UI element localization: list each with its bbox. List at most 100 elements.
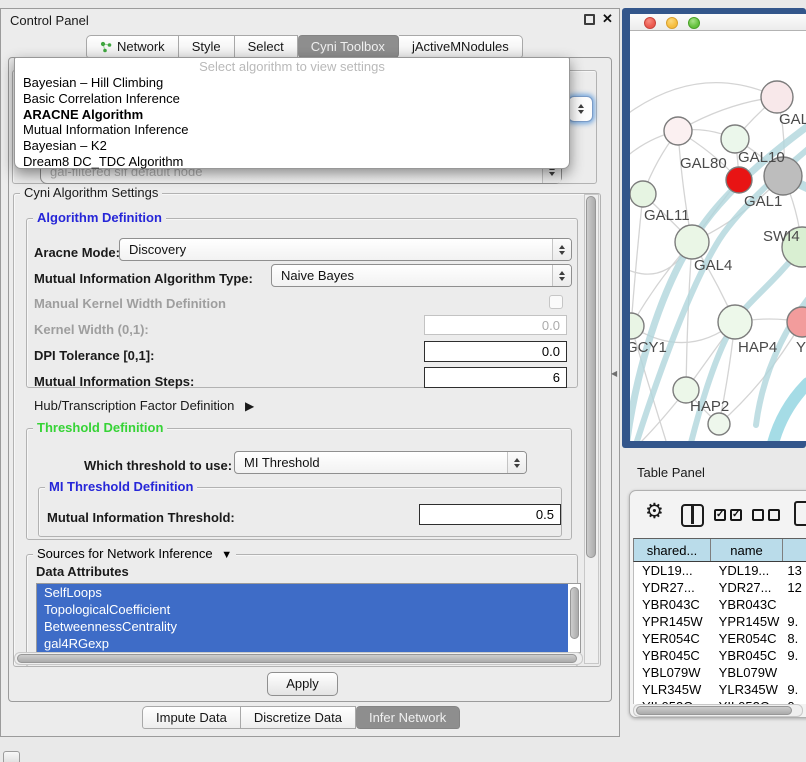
tab-jactivemnodules[interactable]: jActiveMNodules	[399, 35, 523, 58]
table-cell: YDL19...	[634, 562, 711, 579]
network-edge[interactable]	[631, 194, 643, 326]
float-window-icon[interactable]	[584, 14, 595, 25]
manual-kernel-checkbox	[549, 295, 563, 309]
network-node-gal[interactable]	[761, 81, 793, 113]
network-edge-thick[interactable]	[772, 383, 806, 441]
algorithm-option-aracne-algorithm[interactable]: ARACNE Algorithm	[15, 107, 569, 123]
select-all-icon[interactable]: ✓ ✓	[714, 509, 746, 521]
table-cell: YBR043C	[634, 596, 711, 613]
tab-network[interactable]: Network	[86, 35, 179, 58]
table-row[interactable]: YPR145WYPR145W9.	[634, 613, 806, 630]
tab-label: Discretize Data	[254, 710, 342, 725]
settings-vscrollbar-thumb[interactable]	[586, 196, 596, 558]
kernel-width-field	[424, 315, 567, 335]
table-cell: YBL079W	[634, 664, 711, 681]
settings-hscrollbar-thumb[interactable]	[17, 654, 577, 663]
control-panel-title: Control Panel	[10, 13, 89, 28]
network-node-gcy1[interactable]	[630, 313, 644, 339]
algorithm-option-dream8-dc-tdc-algorithm[interactable]: Dream8 DC_TDC Algorithm	[15, 154, 569, 170]
mi-threshold-field[interactable]	[419, 504, 561, 525]
network-node[interactable]	[708, 413, 730, 435]
column-header-a[interactable]: A	[783, 539, 806, 561]
table-row[interactable]: YBR043CYBR043C	[634, 596, 806, 613]
tab-cyni-toolbox[interactable]: Cyni Toolbox	[298, 35, 399, 58]
table-row[interactable]: YER054CYER054C8.	[634, 630, 806, 647]
table-cell: YPR145W	[634, 613, 711, 630]
table-cell: 12	[782, 579, 806, 596]
mac-minimize-button[interactable]	[666, 17, 678, 29]
attribute-item-selfloops[interactable]: SelfLoops	[37, 584, 568, 601]
dpi-tolerance-field[interactable]	[424, 341, 567, 362]
focused-combo-fragment[interactable]	[568, 96, 593, 122]
table-row[interactable]: YDL19...YDL19...13	[634, 562, 806, 579]
table-row[interactable]: YBR045CYBR045C9.	[634, 647, 806, 664]
table-row[interactable]: YDR27...YDR27...12	[634, 579, 806, 596]
aracne-mode-combo[interactable]: Discovery	[119, 238, 572, 261]
mac-zoom-button[interactable]	[688, 17, 700, 29]
algorithm-option-basic-correlation-inference[interactable]: Basic Correlation Inference	[15, 91, 569, 107]
table-row[interactable]: YBL079WYBL079W	[634, 664, 806, 681]
mi-steps-field[interactable]	[424, 367, 567, 388]
algorithm-popup-placeholder: Select algorithm to view settings	[15, 58, 569, 75]
algorithm-option-mutual-information-inference[interactable]: Mutual Information Inference	[15, 122, 569, 138]
apply-button[interactable]: Apply	[267, 672, 338, 696]
table-cell: YBL079W	[711, 664, 783, 681]
algorithm-option-bayesian-k2[interactable]: Bayesian – K2	[15, 138, 569, 154]
node-label-gal10: GAL10	[738, 149, 785, 166]
combo-value: MI Threshold	[244, 455, 320, 470]
column-header-shared[interactable]: shared...	[634, 539, 711, 561]
hub-definition-expander[interactable]: Hub/Transcription Factor Definition ▶	[34, 398, 254, 413]
splitter-arrow-icon[interactable]: ◀	[611, 369, 617, 378]
tab-label: Cyni Toolbox	[311, 39, 385, 54]
algorithm-option-bayesian-hill-climbing[interactable]: Bayesian – Hill Climbing	[15, 75, 569, 91]
network-edge[interactable]	[630, 83, 777, 115]
algorithm-definition-title: Algorithm Definition	[33, 211, 166, 225]
network-window-titlebar[interactable]	[630, 14, 806, 31]
network-node-gal1[interactable]	[726, 167, 752, 193]
network-node-y[interactable]	[787, 307, 806, 337]
table-cell: YLR345W	[634, 681, 711, 698]
table-cell: YBR045C	[711, 647, 783, 664]
table-row[interactable]: YLR345WYLR345W9.	[634, 681, 806, 698]
column-header-name[interactable]: name	[711, 539, 783, 561]
table-cell: 13	[782, 562, 806, 579]
table-cell: 9.	[782, 681, 806, 698]
sources-title: Sources for Network Inference	[37, 546, 213, 561]
deselect-all-icon[interactable]	[752, 509, 784, 521]
table-cell: YBR043C	[711, 596, 783, 613]
tab-infer-network[interactable]: Infer Network	[356, 706, 460, 729]
which-threshold-combo[interactable]: MI Threshold	[234, 451, 527, 474]
attributes-scrollbar-thumb[interactable]	[570, 587, 579, 639]
collapsed-panel-button[interactable]	[3, 751, 20, 762]
network-edge[interactable]	[686, 242, 692, 390]
settings-group-title: Cyni Algorithm Settings	[20, 186, 162, 200]
network-node-gal11[interactable]	[630, 181, 656, 207]
network-node-gal80[interactable]	[664, 117, 692, 145]
attribute-item-betweennesscentrality[interactable]: BetweennessCentrality	[37, 618, 568, 635]
table-panel-title: Table Panel	[637, 465, 705, 480]
network-node-hap4[interactable]	[718, 305, 752, 339]
tab-style[interactable]: Style	[179, 35, 235, 58]
top-tab-bar: NetworkStyleSelect Cyni Toolbox jActiveMNo…	[86, 35, 523, 58]
tab-label: Infer Network	[369, 710, 446, 725]
import-table-icon[interactable]	[794, 501, 806, 526]
mi-type-combo[interactable]: Naive Bayes	[271, 264, 572, 287]
attribute-item-gal4rgexp[interactable]: gal4RGexp	[37, 635, 568, 652]
gear-icon[interactable]: ⚙	[645, 500, 664, 524]
manual-kernel-label: Manual Kernel Width Definition	[34, 296, 226, 311]
checked-box-icon: ✓	[730, 509, 742, 521]
table-hscrollbar-thumb[interactable]	[636, 706, 792, 715]
node-label-gcy1: GCY1	[630, 339, 667, 356]
mac-close-button[interactable]	[644, 17, 656, 29]
attribute-item-topologicalcoefficient[interactable]: TopologicalCoefficient	[37, 601, 568, 618]
columns-icon[interactable]	[681, 504, 704, 527]
sources-expander[interactable]: Sources for Network Inference ▼	[33, 547, 236, 562]
aracne-mode-label: Aracne Mode:	[34, 245, 120, 260]
close-panel-icon[interactable]: ✕	[602, 11, 613, 27]
tab-discretize-data[interactable]: Discretize Data	[241, 706, 356, 729]
network-node-gal4[interactable]	[675, 225, 709, 259]
tab-impute-data[interactable]: Impute Data	[142, 706, 241, 729]
network-canvas[interactable]: GALGAL80GAL10GAL1GAL11SWI4GAL4GCY1HAP4YH…	[630, 31, 806, 441]
combo-arrows-icon	[552, 265, 571, 286]
tab-select[interactable]: Select	[235, 35, 298, 58]
